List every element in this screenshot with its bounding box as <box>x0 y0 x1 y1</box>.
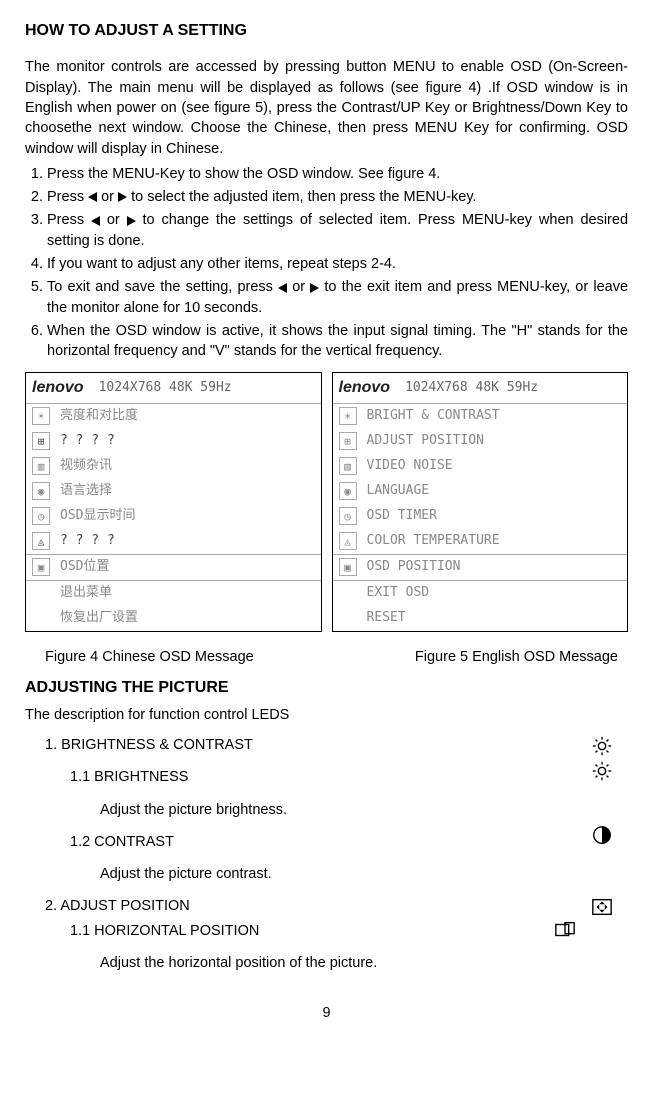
noise-icon: ▥ <box>339 457 357 475</box>
lenovo-logo: lenovo <box>339 377 391 399</box>
lenovo-logo: lenovo <box>32 377 84 399</box>
figure-5: lenovo 1024X768 48K 59Hz ☀BRIGHT & CONTR… <box>332 372 629 632</box>
item-1: 1. BRIGHTNESS & CONTRAST <box>45 735 628 755</box>
sun-icon <box>591 735 613 757</box>
language-icon: ◉ <box>32 482 50 500</box>
triangle-left-icon <box>88 192 97 202</box>
color-icon: ◬ <box>32 532 50 550</box>
osd-pos-icon: ▣ <box>339 558 357 576</box>
triangle-right-icon <box>118 192 127 202</box>
step-3: Press or to change the settings of selec… <box>47 210 628 251</box>
item-1-1-desc: Adjust the picture brightness. <box>45 800 628 820</box>
position-icon: ⊞ <box>339 432 357 450</box>
triangle-left-icon <box>278 283 287 293</box>
triangle-right-icon <box>127 216 136 226</box>
step-2: Press or to select the adjusted item, th… <box>47 187 628 207</box>
item-1-2-desc: Adjust the picture contrast. <box>45 864 628 884</box>
item-2-1-desc: Adjust the horizontal position of the pi… <box>45 953 628 973</box>
triangle-left-icon <box>91 216 100 226</box>
item-1-2: 1.2 CONTRAST <box>45 832 628 852</box>
figure-4: lenovo 1024X768 48K 59Hz ☀亮度和对比度 ⊞? ? ? … <box>25 372 322 632</box>
fig5-header: 1024X768 48K 59Hz <box>405 379 538 397</box>
timer-icon: ◷ <box>32 507 50 525</box>
step-6: When the OSD window is active, it shows … <box>47 321 628 362</box>
color-icon: ◬ <box>339 532 357 550</box>
caption-5: Figure 5 English OSD Message <box>415 647 618 667</box>
page-number: 9 <box>25 1003 628 1023</box>
heading-adjusting-picture: ADJUSTING THE PICTURE <box>25 677 628 699</box>
step-5: To exit and save the setting, press or t… <box>47 277 628 318</box>
step-1: Press the MENU-Key to show the OSD windo… <box>47 164 628 184</box>
desc-leds: The description for function control LED… <box>25 705 628 725</box>
language-icon: ◉ <box>339 482 357 500</box>
hposition-icon <box>554 919 576 941</box>
caption-4: Figure 4 Chinese OSD Message <box>45 647 254 667</box>
steps-list: Press the MENU-Key to show the OSD windo… <box>25 164 628 362</box>
triangle-right-icon <box>310 283 319 293</box>
item-2: 2. ADJUST POSITION <box>45 896 628 916</box>
position-icon <box>591 896 613 918</box>
timer-icon: ◷ <box>339 507 357 525</box>
item-1-1: 1.1 BRIGHTNESS <box>45 767 628 787</box>
osd-pos-icon: ▣ <box>32 558 50 576</box>
heading-adjust-setting: HOW TO ADJUST A SETTING <box>25 20 628 42</box>
contrast-icon <box>591 824 613 846</box>
noise-icon: ▥ <box>32 457 50 475</box>
fig4-header: 1024X768 48K 59Hz <box>99 379 232 397</box>
intro-paragraph: The monitor controls are accessed by pre… <box>25 57 628 158</box>
brightness-icon: ☀ <box>32 407 50 425</box>
figure-captions: Figure 4 Chinese OSD Message Figure 5 En… <box>25 647 628 667</box>
figures-container: lenovo 1024X768 48K 59Hz ☀亮度和对比度 ⊞? ? ? … <box>25 372 628 632</box>
sun-half-icon <box>591 760 613 782</box>
step-4: If you want to adjust any other items, r… <box>47 254 628 274</box>
position-icon: ⊞ <box>32 432 50 450</box>
brightness-icon: ☀ <box>339 407 357 425</box>
item-2-1: 1.1 HORIZONTAL POSITION <box>45 921 628 941</box>
